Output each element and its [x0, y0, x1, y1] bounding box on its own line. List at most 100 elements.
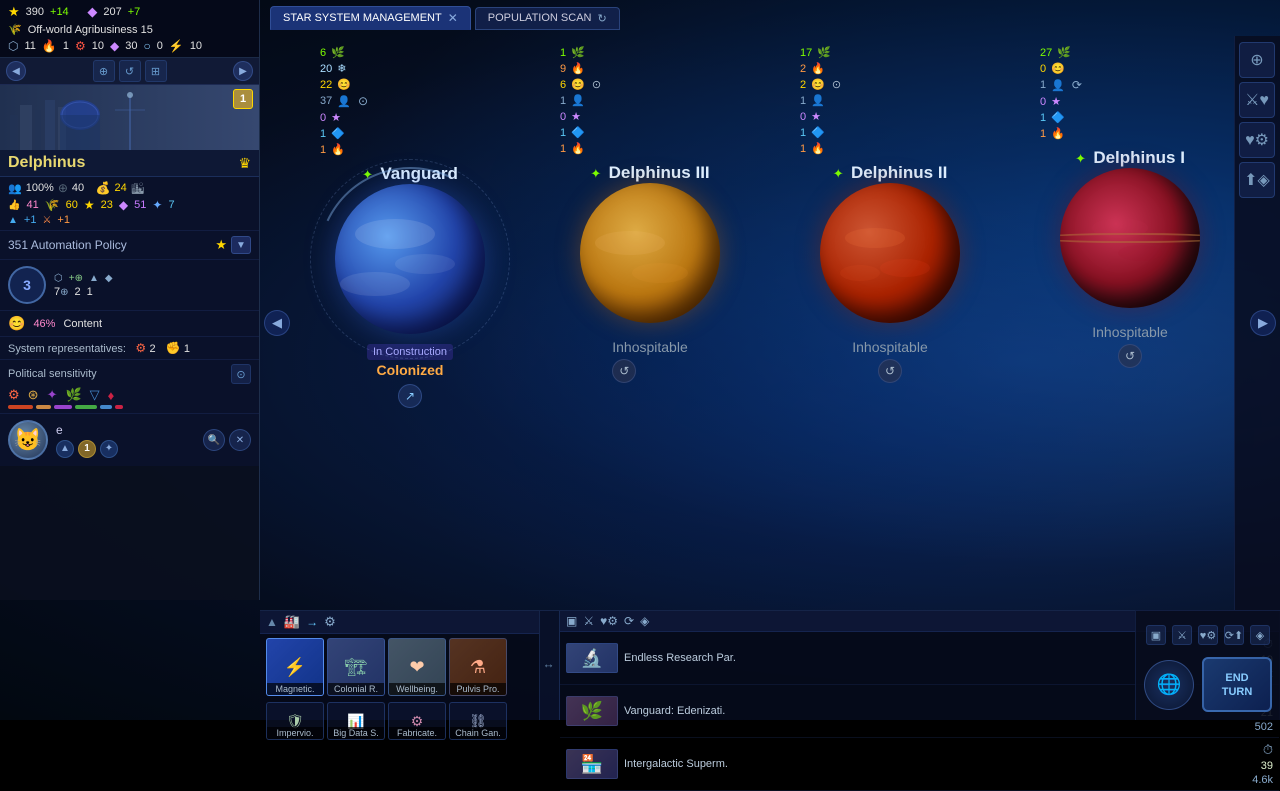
planets-nav-left[interactable]: ◀: [264, 310, 290, 336]
d2-status: Inhospitable ↺: [852, 333, 928, 383]
tab-population-scan[interactable]: POPULATION SCAN ↻: [475, 7, 620, 30]
vanguard-stat-0: 6 🌿: [320, 46, 345, 59]
d2-stat-3: 1 👤: [800, 94, 825, 107]
d1-s4-val: 1: [1040, 112, 1046, 124]
d3-recall-btn[interactable]: ↺: [612, 359, 636, 383]
food-icon: 🔥: [42, 39, 57, 53]
queue-icon-1: 🏭: [284, 614, 300, 630]
nav-left-btn[interactable]: ◀: [6, 61, 26, 81]
queue-expand-vertical[interactable]: ↕: [543, 663, 557, 669]
d2-s4-icon: ★: [811, 110, 821, 123]
queue-item-chaingang[interactable]: ⛓ Chain Gan.: [449, 702, 507, 740]
d3-s5-icon: 🔷: [571, 126, 585, 139]
delphinus3-sphere[interactable]: [580, 183, 720, 323]
automation-star[interactable]: ★: [215, 237, 227, 253]
queue-item-magnetic[interactable]: ⚡ Magnetic.: [266, 638, 324, 696]
qi-wellbeing-label: Wellbeing.: [389, 683, 445, 695]
d3-stat-1: 9 🔥: [560, 62, 585, 75]
d2-s6-icon: 🔥: [811, 142, 825, 155]
nav-icon-3[interactable]: ⊞: [145, 60, 167, 82]
delphinus2-wrapper: [820, 183, 960, 323]
vanguard-s4-val: 0: [320, 112, 326, 124]
nav-icon-2[interactable]: ↺: [119, 60, 141, 82]
end-turn-button[interactable]: END TURN: [1202, 657, 1272, 712]
d1-s1-val: 0: [1040, 63, 1046, 75]
queue-item-colonial[interactable]: 🏗 Colonial R.: [327, 638, 385, 696]
nav-right-btn[interactable]: ▶: [233, 61, 253, 81]
d3-s0-val: 1: [560, 47, 566, 59]
tab-star-system[interactable]: STAR SYSTEM MANAGEMENT ✕: [270, 6, 471, 30]
d3-s2-icon: 😊: [571, 78, 585, 91]
tab-close-star-system[interactable]: ✕: [448, 11, 458, 25]
d1-s0-icon: 🌿: [1057, 46, 1071, 59]
v-btn-3[interactable]: ♥⚙: [1239, 122, 1275, 158]
v-btn-1[interactable]: ⊕: [1239, 42, 1275, 78]
happiness-label: Content: [63, 318, 102, 330]
notif-item-3[interactable]: 🏪 Intergalactic Superm. ⏱ 39 4.6k: [560, 738, 1279, 791]
city-icon: 🏙: [131, 182, 145, 195]
br-btn-1[interactable]: ▣: [1146, 625, 1166, 645]
delphinus3-name-row: ✦ Delphinus III: [540, 163, 760, 183]
d1-recall-btn[interactable]: ↺: [1118, 344, 1142, 368]
queue-expand-icon[interactable]: ▲: [266, 615, 278, 629]
vanguard-s5-icon: 🔷: [331, 127, 345, 140]
planets-area: ◀ ▶ 6 🌿 20 ❄ 22 😊 37 👤: [260, 36, 1280, 610]
pop-icon: ⬡: [8, 39, 18, 53]
colonized-label: Colonized: [377, 362, 444, 378]
plus-icon: +⊕: [69, 273, 83, 284]
vanguard-sphere[interactable]: [335, 184, 485, 334]
v-btn-4[interactable]: ⬆◈: [1239, 162, 1275, 198]
governor-row-2: 7⊕ 2 1: [54, 286, 113, 298]
br-btn-2[interactable]: ⚔: [1172, 625, 1192, 645]
queue-item-wellbeing[interactable]: ❤ Wellbeing.: [388, 638, 446, 696]
pol-info-btn[interactable]: ⊙: [231, 364, 251, 384]
d1-stat-5: 1 🔥: [1040, 127, 1065, 140]
main-header: STAR SYSTEM MANAGEMENT ✕ POPULATION SCAN…: [260, 0, 1280, 36]
planets-nav-right[interactable]: ▶: [1250, 310, 1276, 336]
d3-s1-val: 9: [560, 63, 566, 75]
delphinus3-wrapper: [580, 183, 720, 323]
governor-upgrade2: 1: [87, 286, 93, 298]
br-btn-5[interactable]: ◈: [1250, 625, 1270, 645]
vanguard-stats-top: 6 🌿 20 ❄ 22 😊 37 👤 ⊙ 0 ★: [300, 46, 520, 156]
food-val: 1: [63, 40, 69, 52]
br-btn-3[interactable]: ♥⚙: [1198, 625, 1218, 645]
d2-stat-4: 0 ★: [800, 110, 821, 123]
br-btn-4[interactable]: ⟳⬆: [1224, 625, 1244, 645]
mini-map[interactable]: 🌐: [1144, 660, 1194, 710]
d3-s4-icon: ★: [571, 110, 581, 123]
queue-item-bigdata[interactable]: 📊 Big Data S.: [327, 702, 385, 740]
vanguard-stat-5: 1 🔷: [320, 127, 345, 140]
queue-item-pulvis[interactable]: ⚗ Pulvis Pro.: [449, 638, 507, 696]
leader-close-btn[interactable]: ✕: [229, 429, 251, 451]
v-btn-2[interactable]: ⚔♥: [1239, 82, 1275, 118]
queue-item-impervio[interactable]: 🛡 Impervio.: [266, 702, 324, 740]
delphinus1-wrapper: [1060, 168, 1200, 308]
d2-empire-icon: ⊙: [832, 78, 841, 91]
pol-label: Political sensitivity: [8, 368, 97, 380]
vanguard-manage-btn[interactable]: ↗: [398, 384, 422, 408]
d1-stat-0: 27 🌿: [1040, 46, 1071, 59]
city-silhouette: [0, 85, 259, 150]
delphinus1-sphere[interactable]: [1060, 168, 1200, 308]
delphinus1-name-row: ✦ Delphinus I: [1020, 148, 1240, 168]
pop-scan-icon: ↻: [597, 12, 606, 25]
d2-recall-btn[interactable]: ↺: [878, 359, 902, 383]
delphinus2-sphere[interactable]: [820, 183, 960, 323]
automation-dropdown[interactable]: ▼: [231, 236, 251, 254]
queue-item-fabricate[interactable]: ⚙ Fabricate.: [388, 702, 446, 740]
pop-count: 40: [72, 182, 84, 194]
d3-stat-5: 1 🔷: [560, 126, 585, 139]
d2-s5-icon: 🔷: [811, 126, 825, 139]
d2-s2-val: 2: [800, 79, 806, 91]
stats-row-3: ▲+1 ⚔+1: [8, 214, 251, 226]
automation-controls: ★ ▼: [215, 236, 251, 254]
vanguard-s3-icon: 👤: [337, 95, 351, 108]
notif-thumb-3: 🏪: [566, 749, 618, 779]
d1-s0-val: 27: [1040, 47, 1052, 59]
gear-rep-val: 2: [149, 343, 155, 355]
vanguard-s1-icon: ❄: [337, 62, 346, 75]
nav-icon-1[interactable]: ⊕: [93, 60, 115, 82]
vanguard-stat-2: 22 😊: [320, 78, 351, 91]
leader-search-btn[interactable]: 🔍: [203, 429, 225, 451]
